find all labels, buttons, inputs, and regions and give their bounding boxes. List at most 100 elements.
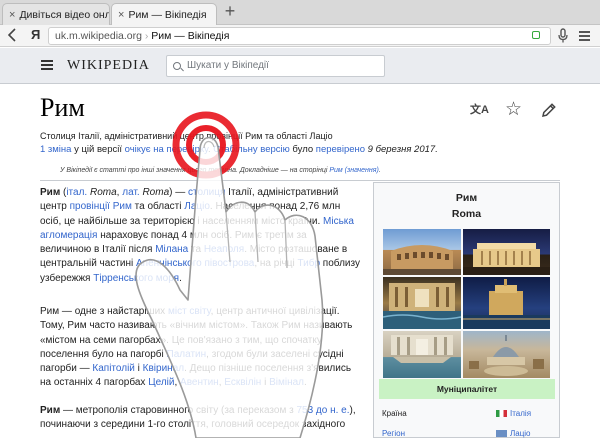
text: , на річці [254,258,298,270]
st-peters-aerial-photo[interactable] [463,331,550,378]
hatnote: У Вікіпедії є статті про інші значення ц… [60,167,560,174]
divider [40,180,560,181]
changes-link[interactable]: 1 зміна [40,144,71,155]
bold-term: Рим [40,405,61,416]
italy-flag-icon [496,410,507,417]
tab-video-label: Дивіться відео онлайн [19,8,109,21]
link[interactable]: Капітолій [92,363,134,374]
text: ) — [169,187,189,198]
row-value[interactable]: Італія [496,407,531,420]
notice-text: у цій версії [71,144,125,155]
hatnote-text: У Вікіпедії є статті про інші значення ц… [60,167,330,174]
tab-rome-label: Рим — Вікіпедія [128,8,207,21]
browser-toolbar: Я uk.m.wikipedia.org › Рим — Вікіпедія [0,25,600,47]
page-title: Рим [40,93,85,122]
text: і [261,377,270,389]
pending-changes-notice: 1 зміна у цій версії очікує на перевірку… [40,143,560,156]
castel-sant-angelo-photo[interactable] [463,277,550,329]
link[interactable]: Есквілін [224,377,261,388]
infobox-title: Рим [455,192,478,204]
country-link[interactable]: Італія [510,409,531,418]
infobox: Рим Roma Муніципалітет Країна Італія Рег… [373,182,560,438]
back-arrow-icon[interactable] [7,28,16,46]
link[interactable]: Неаполя [204,244,244,255]
tab-video[interactable]: × Дивіться відео онлайн [2,3,110,25]
link[interactable]: Тибр [297,258,320,269]
wikipedia-logo[interactable]: WIKIPEDIA [67,58,150,74]
address-host: uk.m.wikipedia.org [55,30,142,42]
link[interactable]: 753 до н. е. [296,405,349,416]
link[interactable]: міст світу [168,306,211,317]
link[interactable]: Тірренського моря [93,273,179,284]
italic-term: Roma [142,187,170,198]
link[interactable]: італ. [66,187,87,198]
trevi-fountain-photo[interactable] [383,331,461,378]
infobox-subtitle: Roma [451,208,482,220]
pending-link[interactable]: очікує на перевірку [125,144,208,155]
text: . [179,272,182,284]
link[interactable]: Авентин [180,377,219,388]
text: і [134,363,143,375]
paragraph-metropolis: Рим — метрополія старовинного світу (за … [40,404,360,433]
row-value[interactable]: Лаціо [496,427,531,438]
star-icon[interactable]: ☆ [505,100,527,121]
link[interactable]: Мілана [155,244,188,255]
lock-icon[interactable] [532,31,540,39]
photo-collage [383,229,550,378]
notice-text: було [289,144,316,155]
link[interactable]: Вімінал [269,377,304,388]
link[interactable]: Квіринал [143,363,184,374]
row-label: Країна [382,409,407,418]
hamburger-menu-icon[interactable] [41,60,53,70]
infobox-row-region: Регіон Лаціо [382,427,552,438]
italic-term: Roma [89,187,117,198]
lazio-flag-icon [496,430,507,437]
edit-pencil-icon[interactable] [540,101,560,121]
address-page-title: Рим — Вікіпедія [151,30,230,42]
vittoriano-photo[interactable] [463,229,550,275]
link[interactable]: столиця [188,187,225,198]
paragraph-intro: Рим (італ. Roma, лат. Roma) — столиця Іт… [40,186,360,286]
search-input[interactable]: Шукати у Вікіпедії [166,55,385,77]
link[interactable]: провінції Рим [70,201,132,212]
link[interactable]: Лаціо [184,201,210,212]
link[interactable]: Апеннінського півострова [136,258,254,269]
text: . [304,377,307,389]
checked-link[interactable]: перевірено [316,144,365,155]
infobox-section-header: Муніципалітет [379,379,555,399]
microphone-icon[interactable] [556,28,570,44]
lead-description: Столиця Італії, адміністративний центр п… [40,131,333,141]
yandex-button[interactable]: Я [31,27,40,42]
close-tab-icon[interactable]: × [118,9,124,21]
colosseum-photo[interactable] [383,229,461,275]
hand-pointer-icon [135,136,324,438]
menu-icon[interactable] [579,31,590,41]
tab-rome[interactable]: × Рим — Вікіпедія [111,3,217,25]
trevi-night-photo[interactable] [383,277,461,329]
text: Рим — одне з найстаріших [40,306,168,317]
search-placeholder: Шукати у Вікіпедії [187,60,269,71]
infobox-row-country: Країна Італія [382,407,552,420]
row-label[interactable]: Регіон [382,427,405,438]
address-bar[interactable]: uk.m.wikipedia.org › Рим — Вікіпедія [48,27,551,45]
address-separator: › [144,30,149,42]
stable-version-link[interactable]: Стабільну версію [213,144,290,155]
text: — метрополія старовинного світу (за пере… [60,405,297,416]
link[interactable]: лат. [122,187,139,198]
link[interactable]: Целій [148,377,174,388]
region-link[interactable]: Лаціо [510,429,531,438]
text: та області [131,201,185,213]
language-icon[interactable]: 文A [470,101,492,121]
paragraph-history: Рим — одне з найстаріших міст світу, цен… [40,305,360,391]
close-tab-icon[interactable]: × [9,9,15,21]
new-tab-button[interactable]: + [221,2,239,21]
tab-bar: × Дивіться відео онлайн × Рим — Вікіпеді… [0,0,600,25]
hatnote-text: . [378,167,381,174]
bold-term: Рим [40,187,61,198]
search-icon [173,62,181,70]
text: та [188,244,204,256]
disambiguation-link[interactable]: Рим (значення) [329,167,378,174]
wikipedia-header: WIKIPEDIA Шукати у Вікіпедії [0,48,600,84]
notice-date: 9 березня 2017. [365,144,438,155]
link[interactable]: Палатин [167,349,207,360]
